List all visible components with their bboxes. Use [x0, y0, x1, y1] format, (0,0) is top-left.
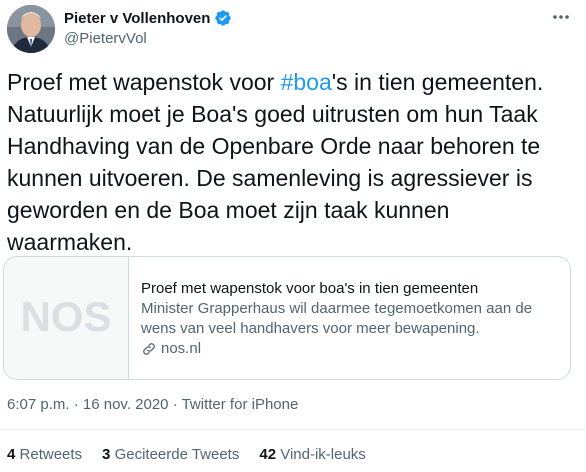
link-preview-card[interactable]: NOS Proef met wapenstok voor boa's in ti…: [3, 256, 571, 380]
quotes-stat[interactable]: 3 Geciteerde Tweets: [102, 446, 239, 463]
retweets-label: Retweets: [19, 446, 83, 463]
card-thumbnail: NOS: [4, 257, 129, 379]
meta-separator: ·: [168, 396, 182, 413]
tweet-stats: 4 Retweets 3 Geciteerde Tweets 42 Vind-i…: [7, 446, 366, 463]
display-name[interactable]: Pieter v Vollenhoven: [64, 10, 210, 27]
retweets-count: 4: [7, 446, 16, 463]
tweet-text-part: 's in tien gemeenten. Natuurlijk moet je…: [7, 69, 544, 255]
likes-label: Vind-ik-leuks: [280, 446, 366, 463]
card-description: wens van veel handhavers voor meer bewap…: [141, 320, 480, 337]
avatar[interactable]: [7, 5, 55, 53]
user-handle[interactable]: @PietervVol: [64, 30, 232, 47]
hashtag-link[interactable]: #boa: [281, 69, 332, 95]
likes-count: 42: [259, 446, 277, 463]
tweet-header: Pieter v Vollenhoven @PietervVol: [7, 5, 576, 55]
card-title: Proef met wapenstok voor boa's in tien g…: [141, 280, 479, 297]
card-domain-text: nos.nl: [161, 340, 202, 357]
tweet-text: Proef met wapenstok voor #boa's in tien …: [7, 66, 577, 258]
more-options-icon[interactable]: [550, 7, 572, 27]
tweet-source[interactable]: Twitter for iPhone: [182, 396, 299, 413]
card-description: Minister Grapperhaus wil daarmee tegemoe…: [141, 300, 533, 317]
tweet-meta: 6:07 p.m. · 16 nov. 2020 · Twitter for i…: [7, 396, 298, 413]
tweet-time[interactable]: 6:07 p.m.: [7, 396, 70, 413]
avatar-photo: [7, 5, 55, 53]
card-domain: nos.nl: [141, 339, 532, 359]
meta-separator: ·: [69, 396, 83, 413]
svg-text:NOS: NOS: [20, 298, 111, 338]
tweet-text-part: Proef met wapenstok voor: [7, 69, 281, 95]
tweet-date[interactable]: 16 nov. 2020: [83, 396, 169, 413]
retweets-stat[interactable]: 4 Retweets: [7, 446, 82, 463]
quotes-label: Geciteerde Tweets: [114, 446, 240, 463]
likes-stat[interactable]: 42 Vind-ik-leuks: [259, 446, 365, 463]
nos-logo: NOS: [20, 298, 111, 338]
verified-badge-icon: [215, 10, 232, 26]
quotes-count: 3: [102, 446, 111, 463]
link-icon: [143, 343, 155, 355]
divider: [0, 429, 586, 430]
